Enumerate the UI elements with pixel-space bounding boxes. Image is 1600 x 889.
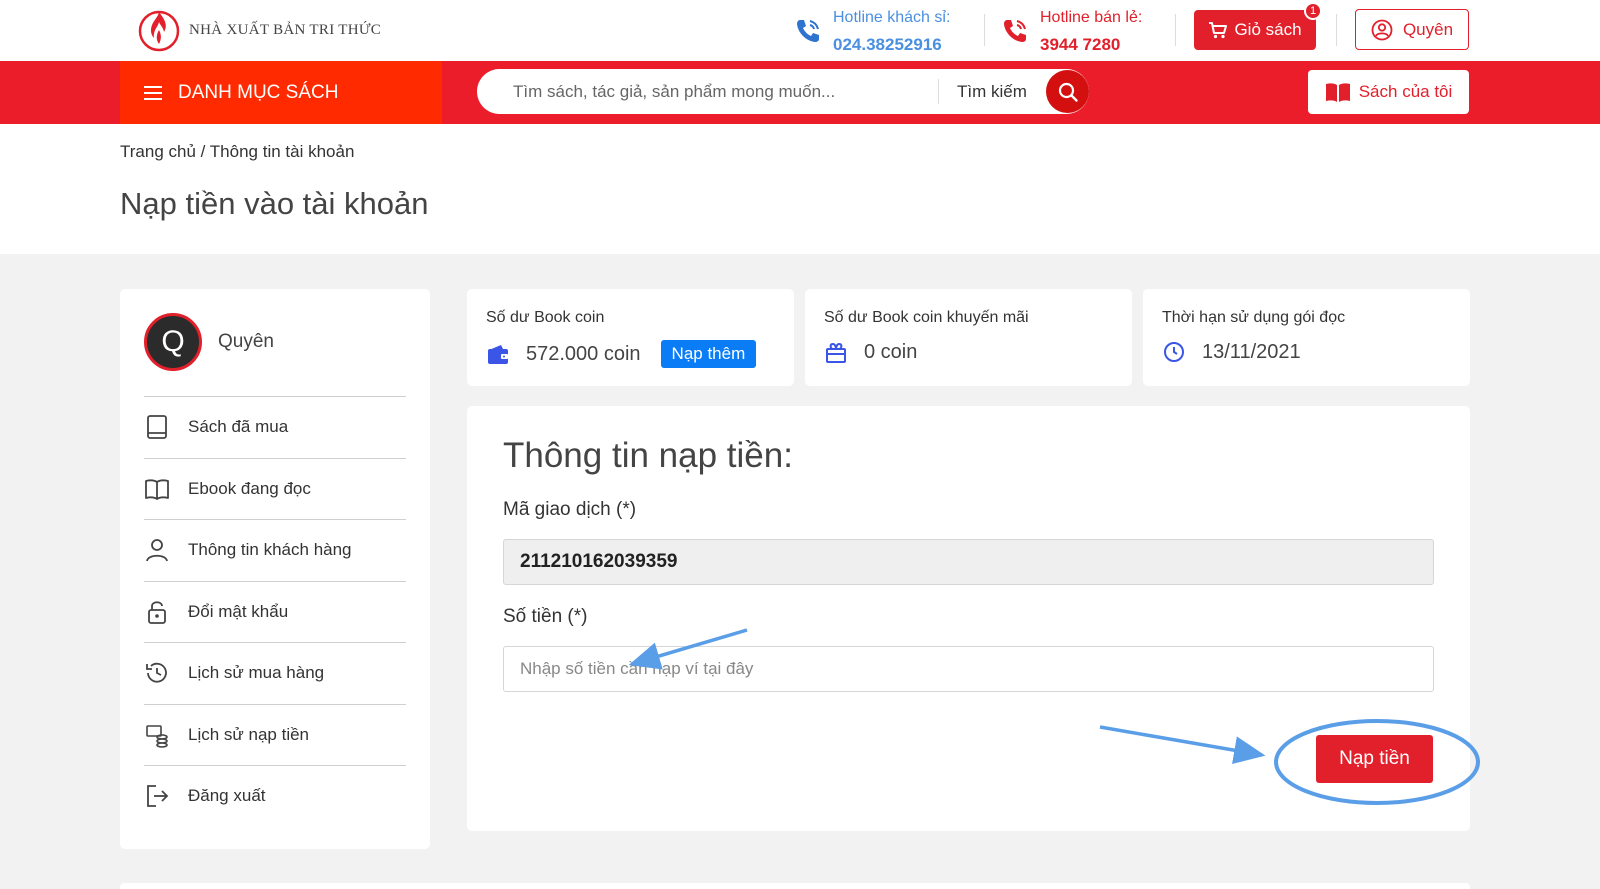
sidebar-item-label: Đổi mật khẩu [188,601,289,621]
divider [1175,14,1176,46]
coin-balance-card: Số dư Book coin 572.000 coin Nạp thêm [467,289,794,386]
sidebar-item-change-password[interactable]: Đổi mật khẩu [144,580,406,643]
sidebar-item-purchase-history[interactable]: Lịch sử mua hàng [144,642,406,704]
user-account-button[interactable]: Quyên [1355,9,1469,50]
hotline-wholesale-label: Hotline khách sỉ: [833,9,951,26]
promo-balance-value: 0 coin [864,340,918,363]
form-title: Thông tin nạp tiền: [503,436,793,475]
open-book-icon [145,479,169,500]
search-divider [938,79,939,104]
cart-count-badge: 1 [1304,2,1322,20]
reading-expiry-title: Thời hạn sử dụng gói đọc [1162,309,1346,326]
promo-balance-title: Số dư Book coin khuyến mãi [824,309,1029,326]
search-input[interactable] [513,69,903,114]
hotline-wholesale-number[interactable]: 024.38252916 [833,31,950,58]
sidebar-item-label: Sách đã mua [188,417,289,437]
breadcrumb-home-link[interactable]: Trang chủ [120,142,196,161]
reading-expiry-card: Thời hạn sử dụng gói đọc 13/11/2021 [1143,289,1470,386]
coin-balance-value: 572.000 coin [526,342,641,365]
hotline-wholesale[interactable]: Hotline khách sỉ: 024.38252916 [793,4,950,58]
coins-icon [146,724,168,748]
account-sidebar: Q Quyên Sách đã mua Ebook đang đọc Thông… [120,289,430,849]
sidebar-item-label: Đăng xuất [188,786,266,806]
sidebar-item-customer-info[interactable]: Thông tin khách hàng [144,519,406,581]
brand-name: NHÀ XUẤT BẢN TRI THỨC [189,21,382,38]
breadcrumb-separator: / [195,142,210,161]
clock-icon [1164,342,1184,362]
profile-summary: Q Quyên [144,313,274,371]
user-icon [146,539,168,562]
cart-label: Giỏ sách [1234,20,1302,39]
sidebar-item-purchased-books[interactable]: Sách đã mua [144,396,406,458]
flame-logo-icon [138,10,180,52]
history-icon [146,663,167,683]
logout-icon [147,785,169,808]
divider [1336,14,1337,46]
reading-expiry-row: 13/11/2021 [1162,340,1301,364]
account-menu: Sách đã mua Ebook đang đọc Thông tin khá… [144,396,406,827]
reading-expiry-value: 13/11/2021 [1202,340,1301,363]
bottom-panel-edge [120,883,1470,889]
breadcrumb: Trang chủ / Thông tin tài khoản [120,142,354,162]
lock-icon [148,601,166,624]
my-books-button[interactable]: Sách của tôi [1308,70,1469,114]
amount-label: Số tiền (*) [503,606,588,627]
category-menu-button[interactable]: DANH MỤC SÁCH [120,61,442,124]
main-nav: DANH MỤC SÁCH Tìm kiếm Sách của tôi [0,61,1600,124]
open-book-icon [1325,83,1350,102]
hotline-retail-number[interactable]: 3944 7280 [1040,31,1142,58]
search-label-button[interactable]: Tìm kiếm [957,69,1027,114]
coin-balance-row: 572.000 coin Nạp thêm [486,340,757,368]
phone-icon [1004,20,1026,42]
cart-icon [1209,22,1228,39]
sidebar-item-logout[interactable]: Đăng xuất [144,765,406,827]
amount-input[interactable] [503,646,1434,692]
hamburger-icon [144,85,162,100]
hotline-retail-label: Hotline bán lẻ: [1040,9,1143,26]
topup-submit-button[interactable]: Nạp tiền [1316,735,1433,783]
sidebar-item-label: Lịch sử mua hàng [188,663,325,683]
top-bar: NHÀ XUẤT BẢN TRI THỨC Hotline khách sỉ: … [0,0,1600,61]
sidebar-item-label: Thông tin khách hàng [188,540,352,560]
wallet-icon [488,345,508,364]
page-title: Nạp tiền vào tài khoản [120,186,429,221]
promo-balance-row: 0 coin [824,340,917,364]
cart-button[interactable]: Giỏ sách 1 [1194,2,1322,50]
hotline-retail[interactable]: Hotline bán lẻ: 3944 7280 [1000,4,1142,58]
breadcrumb-current: Thông tin tài khoản [209,142,355,161]
user-circle-icon [1371,19,1393,40]
gift-icon [826,342,846,363]
page-header: Trang chủ / Thông tin tài khoản Nạp tiền… [0,124,1600,254]
user-name-label: Quyên [1402,19,1454,39]
transaction-code-field[interactable] [503,539,1434,585]
promo-balance-card: Số dư Book coin khuyến mãi 0 coin [805,289,1132,386]
my-books-label: Sách của tôi [1358,82,1453,101]
sidebar-item-reading-ebooks[interactable]: Ebook đang đọc [144,457,406,520]
phone-icon [797,20,819,42]
profile-name: Quyên [218,331,274,352]
search-bar: Tìm kiếm [477,69,1089,114]
sidebar-item-topup-history[interactable]: Lịch sử nạp tiền [144,703,406,766]
category-menu-label: DANH MỤC SÁCH [178,81,339,103]
topup-form: Thông tin nạp tiền: Mã giao dịch (*) Số … [467,406,1470,831]
sidebar-item-label: Ebook đang đọc [188,478,311,498]
divider [984,14,985,46]
sidebar-item-label: Lịch sử nạp tiền [188,724,310,744]
search-button[interactable] [1046,70,1089,113]
coin-balance-title: Số dư Book coin [486,309,605,326]
top-up-more-button[interactable]: Nạp thêm [660,340,757,368]
avatar: Q [144,313,202,371]
brand-logo[interactable]: NHÀ XUẤT BẢN TRI THỨC [137,8,381,52]
book-icon [147,415,167,440]
search-icon [1058,82,1078,102]
transaction-code-label: Mã giao dịch (*) [503,499,637,520]
